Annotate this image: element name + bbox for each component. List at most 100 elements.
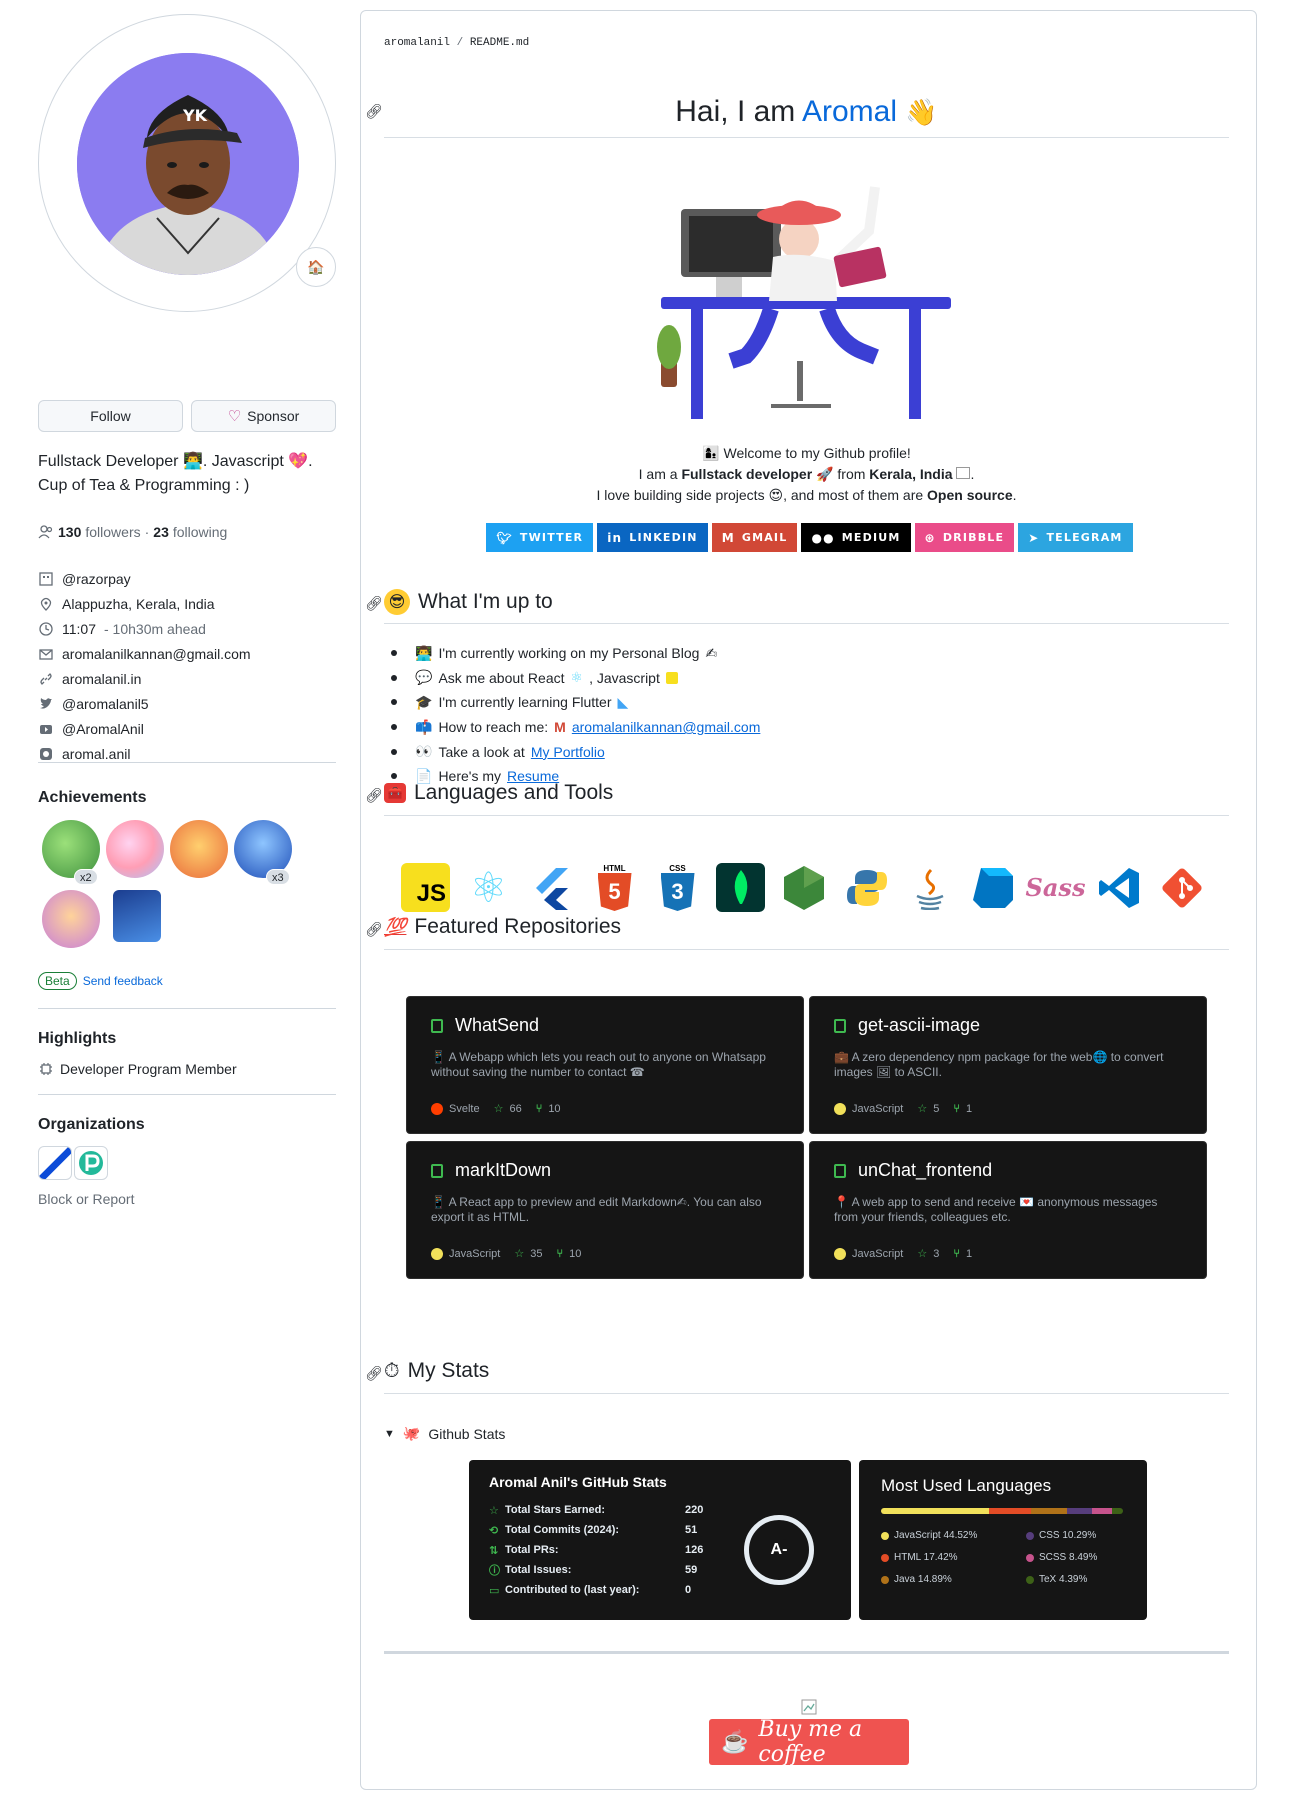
repo-description: 💼 A zero dependency npm package for the …: [834, 1050, 1164, 1079]
readme-card: aromalanil / README.md 🔗︎ Hai, I am Arom…: [360, 10, 1257, 1790]
gmail-badge[interactable]: M GMAIL: [711, 523, 798, 552]
intro-line-1: 👩‍👦 Welcome to my Github profile!: [384, 443, 1229, 464]
sass-icon[interactable]: Sass: [1026, 863, 1086, 912]
dart-icon[interactable]: [968, 863, 1017, 912]
block-report-link[interactable]: Block or Report: [38, 1191, 134, 1207]
repo-icon: [834, 1163, 846, 1178]
list-item: 🎓 I'm currently learning Flutter ◣: [391, 690, 760, 715]
repo-forks: ⑂ 10: [556, 1248, 581, 1260]
stat-value: 51: [685, 1524, 698, 1536]
profile-sidebar: YK 🏠 Follow ♡ Sponsor Fullstack Developer…: [38, 14, 336, 1207]
email-link[interactable]: aromalanilkannan@gmail.com: [572, 719, 761, 735]
website-item: aromalanil.in: [38, 666, 336, 691]
gmail-icon: M: [554, 719, 566, 736]
arctic-vault-achievement-icon[interactable]: [113, 890, 161, 942]
fork-icon: ⑂: [953, 1247, 960, 1260]
stat-value: 0: [685, 1584, 692, 1596]
link-anchor-icon[interactable]: 🔗︎: [365, 1365, 383, 1382]
broken-image-icon: [956, 467, 971, 479]
website-link[interactable]: aromalanil.in: [62, 671, 141, 687]
intro-text-a: I am a: [638, 466, 678, 482]
language-label: JavaScript: [852, 1102, 904, 1115]
stats-heading: ⏱ My Stats: [384, 1359, 489, 1383]
bio-line-1: Fullstack Developer 👨‍💻. Javascript 💖.: [38, 453, 313, 470]
flutter-icon[interactable]: [527, 863, 576, 912]
git-icon[interactable]: [1157, 863, 1206, 912]
razorpay-org-avatar[interactable]: [38, 1146, 72, 1180]
divider: [38, 1008, 336, 1009]
nodejs-icon[interactable]: [779, 863, 828, 912]
github-stats-details[interactable]: ▼ 🐙 Github Stats: [384, 1425, 505, 1442]
mailbox-icon: 📫: [415, 718, 433, 735]
org-avatar-2[interactable]: [74, 1146, 108, 1180]
portfolio-link[interactable]: My Portfolio: [531, 744, 605, 760]
fork-icon: ⑂: [953, 1102, 960, 1115]
star-icon: ☆: [493, 1103, 504, 1115]
telegram-badge[interactable]: ➤ TELEGRAM: [1018, 523, 1133, 552]
yolo-achievement-icon[interactable]: [106, 820, 164, 878]
repo-card[interactable]: get-ascii-image 💼 A zero dependency npm …: [809, 996, 1207, 1134]
mongodb-icon[interactable]: [716, 863, 765, 912]
tools-row: JS ⚛ HTML 5 CSS 3 Sass: [401, 863, 1206, 912]
link-anchor-icon[interactable]: 🔗︎: [365, 103, 383, 120]
buy-me-a-coffee-button[interactable]: ☕ Buy me a coffee: [709, 1717, 909, 1767]
dribbble-badge[interactable]: ⊛ DRIBBLE: [914, 523, 1015, 552]
javascript-icon[interactable]: JS: [401, 863, 450, 912]
repo-meta: JavaScript ☆ 35 ⑂ 10: [431, 1247, 779, 1260]
css3-icon[interactable]: CSS 3: [653, 863, 702, 912]
following-count[interactable]: 23: [153, 524, 169, 540]
avatar[interactable]: YK: [77, 53, 299, 275]
stars-count: 5: [933, 1102, 940, 1115]
repo-card[interactable]: unChat_frontend 📍 A web app to send and …: [809, 1141, 1207, 1279]
link-anchor-icon[interactable]: 🔗︎: [365, 595, 383, 612]
java-icon[interactable]: [905, 863, 954, 912]
starstruck-achievement-icon[interactable]: [42, 890, 100, 948]
twitter-badge[interactable]: 🐦︎ TWITTER: [486, 523, 594, 552]
repo-name[interactable]: unChat_frontend: [858, 1160, 992, 1181]
email-link[interactable]: aromalanilkannan@gmail.com: [62, 646, 251, 662]
location-icon: [38, 596, 54, 612]
social-link[interactable]: aromal.anil: [62, 746, 130, 762]
disclosure-triangle-icon[interactable]: ▼: [384, 1428, 395, 1440]
follow-button[interactable]: Follow: [38, 400, 183, 432]
star-icon: ☆: [917, 1103, 928, 1115]
section-divider: [384, 949, 1229, 950]
youtube-icon: [38, 721, 54, 737]
followers-count[interactable]: 130: [58, 524, 81, 540]
linkedin-badge[interactable]: in LINKEDIN: [597, 523, 708, 552]
legend-label: HTML 17.42%: [894, 1552, 958, 1563]
repo-card[interactable]: markItDown 📱 A React app to preview and …: [406, 1141, 804, 1279]
language-label: JavaScript: [449, 1247, 501, 1260]
company-link[interactable]: @razorpay: [62, 571, 131, 587]
react-icon[interactable]: ⚛: [464, 863, 513, 912]
quickdraw-achievement-icon[interactable]: [170, 820, 228, 878]
repo-title: get-ascii-image: [834, 1015, 1182, 1036]
repo-description: 📱 A React app to preview and edit Markdo…: [431, 1195, 762, 1224]
link-anchor-icon[interactable]: 🔗︎: [365, 921, 383, 938]
coffee-label: Buy me a coffee: [758, 1717, 863, 1767]
status-house-icon[interactable]: 🏠: [296, 247, 336, 287]
eyes-icon: 👀: [415, 743, 433, 760]
vscode-icon[interactable]: [1094, 863, 1143, 912]
repo-card[interactable]: WhatSend 📱 A Webapp which lets you reach…: [406, 996, 804, 1134]
sponsor-button[interactable]: ♡ Sponsor: [191, 400, 336, 432]
following-label[interactable]: following: [173, 524, 227, 540]
time-offset: - 10h30m ahead: [104, 620, 206, 637]
youtube-link[interactable]: @AromalAnil: [62, 721, 144, 737]
linkedin-badge-label: LINKEDIN: [629, 531, 698, 544]
twitter-link[interactable]: @aromalanil5: [62, 696, 149, 712]
repo-name[interactable]: markItDown: [455, 1160, 551, 1181]
html5-icon[interactable]: HTML 5: [590, 863, 639, 912]
python-icon[interactable]: [842, 863, 891, 912]
medium-badge[interactable]: ●● MEDIUM: [801, 523, 911, 552]
repo-name[interactable]: WhatSend: [455, 1015, 539, 1036]
send-feedback-link[interactable]: Send feedback: [83, 974, 163, 988]
crumb-user[interactable]: aromalanil: [384, 37, 450, 49]
repos-heading: 💯 Featured Repositories: [384, 915, 621, 939]
link-anchor-icon[interactable]: 🔗︎: [365, 787, 383, 804]
grade-ring: A-: [744, 1515, 814, 1585]
legend-item: JavaScript 44.52%: [881, 1530, 1026, 1541]
repo-name[interactable]: get-ascii-image: [858, 1015, 980, 1036]
html-label: HTML: [603, 864, 626, 873]
followers-label[interactable]: followers: [85, 524, 140, 540]
